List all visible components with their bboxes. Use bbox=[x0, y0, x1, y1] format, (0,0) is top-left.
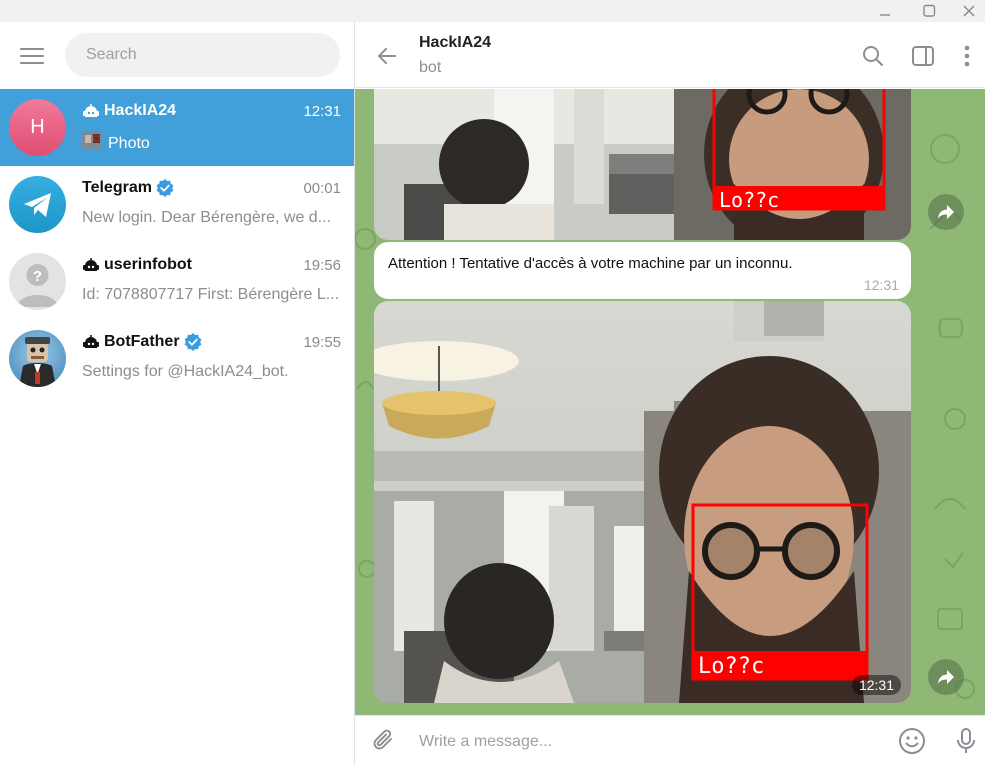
face-label: Lo??c bbox=[698, 654, 765, 679]
bot-icon bbox=[82, 334, 100, 350]
chat-time: 00:01 bbox=[303, 180, 341, 197]
text-message[interactable]: Attention ! Tentative d'accès à votre ma… bbox=[374, 242, 911, 299]
search-icon[interactable] bbox=[857, 40, 889, 72]
webcam-photo-image bbox=[374, 89, 911, 240]
botfather-avatar-icon bbox=[19, 337, 56, 387]
webcam-photo-image bbox=[374, 301, 911, 703]
back-arrow-icon[interactable] bbox=[369, 38, 405, 74]
chat-title[interactable]: HackIA24 bbox=[419, 34, 491, 52]
message-text: Attention ! Tentative d'accès à votre ma… bbox=[388, 255, 793, 272]
bot-icon bbox=[82, 257, 100, 273]
verified-badge-icon bbox=[156, 179, 174, 197]
chat-preview-text: Photo bbox=[108, 134, 150, 152]
chat-preview-text: New login. Dear Bérengère, we d... bbox=[82, 209, 332, 226]
chat-list-panel: H HackIA24 12:31 Photo Telegram bbox=[0, 22, 354, 765]
chat-preview-text: Settings for @HackIA24_bot. bbox=[82, 363, 289, 380]
chat-name: BotFather bbox=[104, 333, 180, 350]
bot-icon bbox=[82, 103, 100, 119]
chat-item-hackia24[interactable]: H HackIA24 12:31 Photo bbox=[0, 89, 354, 166]
avatar-letter: H bbox=[30, 116, 45, 138]
search-box[interactable] bbox=[65, 33, 340, 77]
search-input[interactable] bbox=[86, 46, 340, 64]
conversation-panel: HackIA24 bot Lo??c Attention ! Tentative… bbox=[355, 22, 985, 765]
avatar: H bbox=[9, 99, 66, 156]
chat-time: 19:56 bbox=[303, 257, 341, 274]
chat-item-userinfobot[interactable]: ? userinfobot 19:56 Id: 7078807717 First… bbox=[0, 243, 354, 320]
chat-item-telegram[interactable]: Telegram 00:01 New login. Dear Bérengère… bbox=[0, 166, 354, 243]
chat-name: HackIA24 bbox=[104, 102, 177, 119]
unknown-user-icon: ? bbox=[17, 264, 58, 307]
svg-text:?: ? bbox=[33, 268, 42, 285]
close-icon[interactable] bbox=[952, 0, 985, 22]
chat-subtitle: bot bbox=[419, 59, 442, 76]
avatar: ? bbox=[9, 253, 66, 310]
minimize-icon[interactable] bbox=[864, 0, 906, 22]
message-time: 12:31 bbox=[863, 277, 899, 293]
emoji-icon[interactable] bbox=[895, 724, 929, 758]
window-titlebar bbox=[0, 0, 985, 22]
chat-preview-text: Id: 7078807717 First: Bérengère L... bbox=[82, 286, 340, 303]
message-input[interactable] bbox=[419, 728, 879, 756]
avatar bbox=[9, 330, 66, 387]
chat-name: userinfobot bbox=[104, 256, 192, 273]
chat-time: 12:31 bbox=[303, 103, 341, 120]
chat-item-botfather[interactable]: BotFather 19:55 Settings for @HackIA24_b… bbox=[0, 320, 354, 397]
telegram-logo-icon bbox=[23, 192, 51, 217]
forward-icon[interactable] bbox=[928, 659, 964, 695]
attach-paperclip-icon[interactable] bbox=[369, 726, 399, 756]
message-composer bbox=[355, 715, 985, 765]
face-label: Lo??c bbox=[719, 188, 780, 212]
avatar bbox=[9, 176, 66, 233]
photo-message[interactable]: Lo??c 12:31 bbox=[374, 301, 911, 703]
maximize-icon[interactable] bbox=[908, 0, 950, 22]
verified-badge-icon bbox=[184, 333, 202, 351]
more-options-icon[interactable] bbox=[951, 40, 983, 72]
message-time: 12:31 bbox=[851, 675, 901, 695]
chat-background: Lo??c Attention ! Tentative d'accès à vo… bbox=[355, 89, 985, 715]
chat-time: 19:55 bbox=[303, 334, 341, 351]
chat-name: Telegram bbox=[82, 179, 152, 196]
microphone-icon[interactable] bbox=[949, 724, 983, 758]
hamburger-menu-icon[interactable] bbox=[10, 34, 54, 78]
photo-thumbnail-icon bbox=[82, 132, 102, 155]
chat-list: H HackIA24 12:31 Photo Telegram 00:01 Ne… bbox=[0, 89, 354, 397]
sidebar-toggle-icon[interactable] bbox=[907, 40, 939, 72]
forward-icon[interactable] bbox=[928, 194, 964, 230]
photo-message[interactable]: Lo??c bbox=[374, 89, 911, 240]
chat-header: HackIA24 bot bbox=[355, 22, 985, 88]
